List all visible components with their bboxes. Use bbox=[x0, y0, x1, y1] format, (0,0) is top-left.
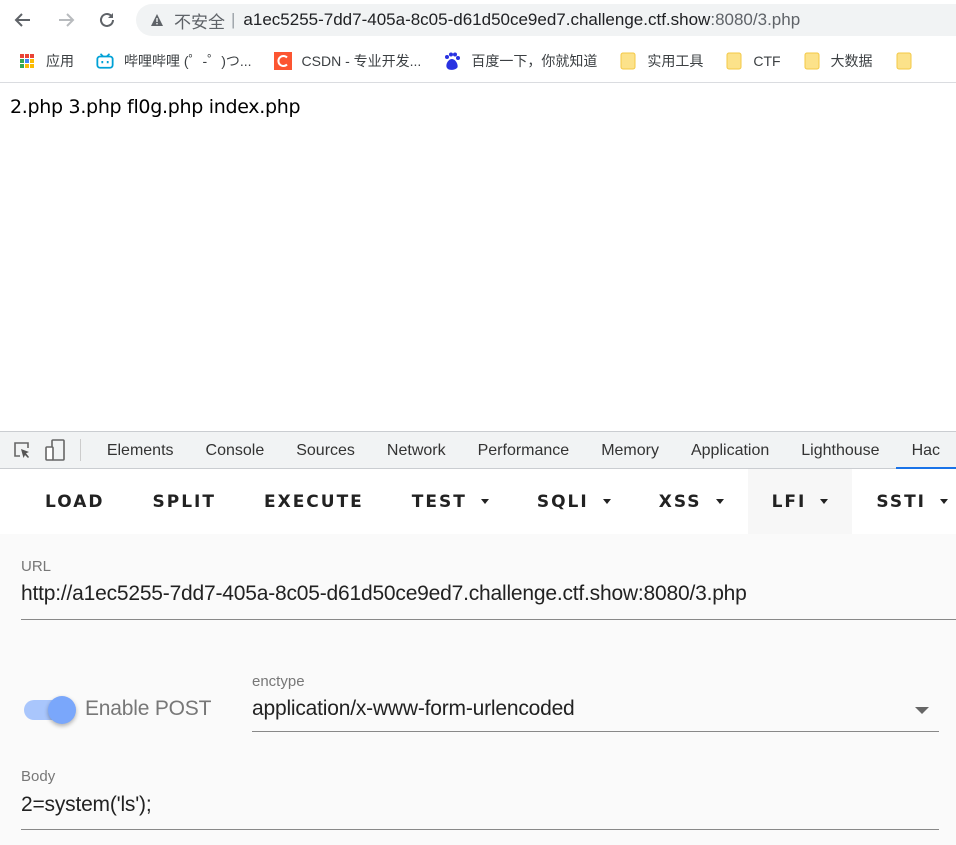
reload-button[interactable] bbox=[94, 7, 120, 33]
bookmark-folder-ctf[interactable]: CTF bbox=[725, 52, 781, 70]
inspect-cursor-icon bbox=[14, 442, 29, 458]
ssti-menu-button[interactable]: SSTI bbox=[852, 469, 956, 534]
toolbar-separator bbox=[79, 439, 81, 461]
enctype-underline bbox=[252, 731, 939, 732]
bookmark-label: 百度一下，你就知道 bbox=[471, 53, 598, 69]
baidu-paw-icon bbox=[443, 52, 461, 70]
bookmark-label: 应用 bbox=[46, 53, 74, 69]
arrow-right-icon bbox=[59, 13, 75, 27]
arrow-left-icon bbox=[14, 13, 30, 27]
enctype-select[interactable]: application/x-www-form-urlencoded bbox=[252, 697, 575, 721]
tab-application[interactable]: Application bbox=[675, 432, 785, 469]
toggle-thumb bbox=[48, 696, 76, 724]
url-host: a1ec5255-7dd7-405a-8c05-d61d50ce9ed7.cha… bbox=[243, 10, 711, 29]
tab-hackbar[interactable]: Hac bbox=[895, 432, 956, 469]
reload-icon bbox=[100, 12, 114, 27]
execute-button[interactable]: EXECUTE bbox=[240, 469, 388, 534]
load-button[interactable]: LOAD bbox=[0, 469, 129, 534]
bookmark-folder-more[interactable] bbox=[895, 52, 923, 70]
back-button[interactable] bbox=[10, 7, 36, 33]
body-field-underline bbox=[21, 829, 939, 830]
url-path: :8080/3.php bbox=[710, 10, 801, 29]
tab-network[interactable]: Network bbox=[371, 432, 462, 469]
hackbar-toolbar: LOAD SPLIT EXECUTE TEST SQLI XSS LFI SST… bbox=[0, 469, 956, 534]
caret-down-icon bbox=[940, 499, 948, 504]
bookmarks-bar: 应用 哔哩哔哩 (゜-゜)つ... CSDN - 专业开发... 百度一下，你就… bbox=[0, 42, 956, 80]
split-button[interactable]: SPLIT bbox=[129, 469, 240, 534]
dropdown-arrow-icon[interactable] bbox=[915, 707, 929, 714]
url-field-label: URL bbox=[21, 558, 52, 575]
browser-toolbar: 不安全 | a1ec5255-7dd7-405a-8c05-d61d50ce9e… bbox=[0, 0, 956, 40]
test-menu-button[interactable]: TEST bbox=[388, 469, 513, 534]
page-output: 2.php 3.php fl0g.php index.php bbox=[10, 96, 301, 118]
omnibox-separator: | bbox=[231, 10, 236, 29]
folder-icon bbox=[895, 52, 913, 70]
button-label: EXECUTE bbox=[263, 491, 364, 512]
bookmark-bilibili[interactable]: 哔哩哔哩 (゜-゜)つ... bbox=[96, 51, 252, 71]
button-label: SQLI bbox=[536, 491, 589, 512]
bookmark-label: 大数据 bbox=[830, 53, 873, 69]
folder-icon bbox=[803, 52, 821, 70]
device-toggle-button[interactable] bbox=[44, 439, 66, 461]
bookmark-apps[interactable]: 应用 bbox=[18, 51, 74, 71]
warning-triangle-icon bbox=[151, 14, 163, 26]
button-label: XSS bbox=[658, 491, 702, 512]
bookmark-csdn[interactable]: CSDN - 专业开发... bbox=[273, 51, 422, 71]
security-status[interactable]: 不安全 bbox=[174, 8, 225, 33]
forward-button[interactable] bbox=[53, 7, 79, 33]
button-label: LOAD bbox=[45, 491, 105, 512]
bookmark-baidu[interactable]: 百度一下，你就知道 bbox=[443, 51, 597, 71]
caret-down-icon bbox=[480, 499, 489, 504]
url-field[interactable]: http://a1ec5255-7dd7-405a-8c05-d61d50ce9… bbox=[21, 582, 747, 606]
toolbar-divider bbox=[0, 82, 956, 83]
button-label: SSTI bbox=[876, 491, 926, 512]
csdn-icon bbox=[273, 52, 292, 70]
button-label: SPLIT bbox=[152, 491, 216, 512]
url-field-underline bbox=[21, 619, 956, 620]
caret-down-icon bbox=[715, 499, 724, 504]
body-field-label: Body bbox=[21, 768, 56, 785]
tab-lighthouse[interactable]: Lighthouse bbox=[785, 432, 895, 469]
device-mode-icon bbox=[45, 439, 65, 461]
bilibili-icon bbox=[96, 52, 114, 70]
enctype-label: enctype bbox=[252, 673, 305, 690]
folder-icon bbox=[619, 52, 637, 70]
tab-console[interactable]: Console bbox=[190, 432, 281, 469]
bookmark-label: 哔哩哔哩 (゜-゜)つ... bbox=[124, 53, 252, 69]
folder-icon bbox=[725, 52, 743, 70]
enable-post-label[interactable]: Enable POST bbox=[85, 697, 211, 721]
tab-memory[interactable]: Memory bbox=[585, 432, 675, 469]
body-field[interactable]: 2=system('ls'); bbox=[21, 793, 152, 817]
tab-elements[interactable]: Elements bbox=[91, 432, 190, 469]
xss-menu-button[interactable]: XSS bbox=[635, 469, 748, 534]
address-bar[interactable]: 不安全 | a1ec5255-7dd7-405a-8c05-d61d50ce9e… bbox=[136, 4, 956, 36]
bookmark-folder-bigdata[interactable]: 大数据 bbox=[803, 51, 873, 71]
bookmark-label: CTF bbox=[753, 53, 781, 69]
tab-performance[interactable]: Performance bbox=[462, 432, 586, 469]
bookmark-folder-tools[interactable]: 实用工具 bbox=[619, 51, 703, 71]
devtools-tab-bar: Elements Console Sources Network Perform… bbox=[0, 431, 956, 469]
bookmark-label: 实用工具 bbox=[647, 53, 704, 69]
apps-grid-icon bbox=[18, 52, 36, 70]
caret-down-icon bbox=[602, 499, 611, 504]
sqli-menu-button[interactable]: SQLI bbox=[513, 469, 635, 534]
button-label: TEST bbox=[411, 491, 467, 512]
enable-post-toggle[interactable] bbox=[24, 696, 78, 724]
bookmark-label: CSDN - 专业开发... bbox=[301, 53, 422, 69]
lfi-menu-button[interactable]: LFI bbox=[747, 469, 853, 534]
tab-sources[interactable]: Sources bbox=[280, 432, 371, 469]
caret-down-icon bbox=[820, 499, 829, 504]
inspect-element-button[interactable] bbox=[11, 439, 33, 461]
button-label: LFI bbox=[771, 491, 807, 512]
